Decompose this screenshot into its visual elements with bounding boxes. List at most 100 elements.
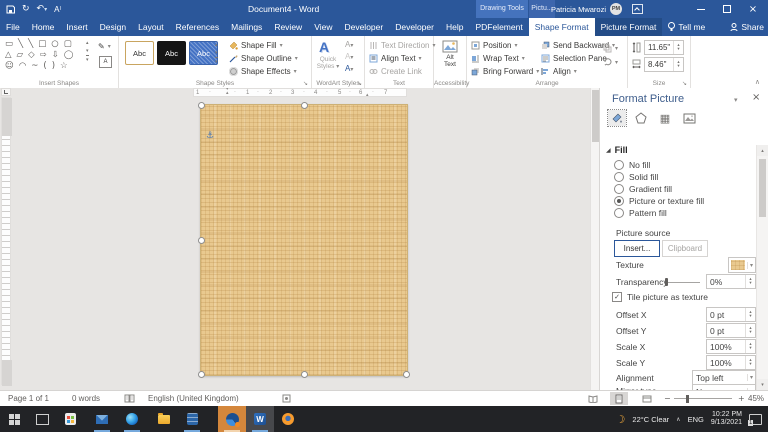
pane-scroll-down-icon[interactable]: ▾ (757, 379, 768, 390)
right-indent-marker[interactable]: ▴ (366, 92, 369, 98)
transparency-spinner[interactable]: ▴▾ (745, 275, 755, 288)
resize-handle-top-center[interactable] (301, 102, 308, 109)
close-button[interactable]: × (742, 0, 764, 18)
tab-file[interactable]: File (0, 18, 26, 36)
pane-tab-layout-properties[interactable]: ▦ (656, 110, 674, 126)
shape-styles-scroll[interactable]: ▴ ▾ ▾ (215, 41, 218, 66)
pane-close-icon[interactable]: × (752, 92, 760, 103)
wordart-dialog-launcher[interactable]: ↘ (357, 80, 362, 87)
undo-icon[interactable]: ↶▾ (37, 4, 48, 14)
pane-tab-fill-line[interactable] (608, 110, 626, 126)
tab-developer-2[interactable]: Developer (389, 18, 440, 36)
zoom-slider[interactable] (674, 391, 732, 406)
shape-height-input[interactable]: 11.65" ▴▾ (644, 40, 684, 55)
offset-y-input[interactable]: 0 pt ▴▾ (706, 323, 756, 338)
zoom-out-button[interactable]: − (664, 391, 671, 406)
taskbar-item-store[interactable] (56, 406, 84, 432)
shape-style-thumb-3[interactable]: Abc (189, 41, 218, 65)
taskbar-item-edge[interactable] (118, 406, 146, 432)
view-print-layout-button[interactable] (610, 391, 628, 406)
fill-section-header[interactable]: ◢ Fill (606, 145, 628, 155)
shape-gallery-scroll[interactable]: ▴ ▾ ▾ (86, 39, 89, 64)
tab-view[interactable]: View (308, 18, 338, 36)
shape-height-spinner[interactable]: ▴▾ (673, 41, 683, 54)
tab-mailings[interactable]: Mailings (225, 18, 268, 36)
texture-picker[interactable]: ▾ (728, 257, 756, 273)
scale-x-input[interactable]: 100% ▴▾ (706, 339, 756, 354)
share-button[interactable]: Share (730, 18, 764, 36)
resize-handle-bottom-right[interactable] (403, 371, 410, 378)
shape-gallery-row-1[interactable]: ▭╲╲□○▢ (5, 39, 77, 50)
radio-pattern-fill[interactable]: Pattern fill (614, 208, 667, 218)
text-box-button[interactable]: A (99, 56, 112, 68)
shape-style-thumb-2[interactable]: Abc (157, 41, 186, 65)
weather-text[interactable]: 22°C Clear (632, 415, 669, 424)
shape-width-spinner[interactable]: ▴▾ (673, 58, 683, 71)
edit-shape-button[interactable]: ✎▾ (98, 40, 111, 53)
tile-picture-checkbox[interactable]: ✓ Tile picture as texture (612, 292, 708, 302)
tab-picture-format[interactable]: Picture Format (595, 18, 663, 36)
document-page[interactable]: ⚓ (200, 104, 408, 376)
scale-y-spinner[interactable]: ▴▾ (745, 356, 755, 369)
bring-forward-button[interactable]: Bring Forward▾ (471, 65, 539, 78)
resize-handle-bottom-center[interactable] (301, 371, 308, 378)
shape-gallery-row-2[interactable]: △▱◇⇨⇩◯ (5, 50, 78, 61)
clock[interactable]: 10:22 PM9/13/2021 (711, 411, 742, 427)
macro-recorder[interactable] (282, 391, 291, 406)
rotate-objects-button[interactable]: ▾ (603, 56, 618, 69)
radio-picture-or-texture-fill[interactable]: Picture or texture fill (614, 196, 704, 206)
task-view-button[interactable] (28, 406, 56, 432)
weather-moon-icon[interactable]: ☽ (616, 413, 626, 426)
quick-styles-button[interactable]: A (319, 39, 329, 55)
transparency-input[interactable]: 0% ▴▾ (706, 274, 756, 289)
language-switcher[interactable]: ENG (688, 415, 704, 424)
offset-x-input[interactable]: 0 pt ▴▾ (706, 307, 756, 322)
shape-effects-button[interactable]: Shape Effects▾ (229, 65, 297, 78)
align-button[interactable]: Align▾ (541, 65, 577, 78)
shape-fill-button[interactable]: Shape Fill▾ (229, 39, 283, 52)
tray-expand-icon[interactable]: ∧ (676, 416, 680, 423)
selection-pane-button[interactable]: Selection Pane (541, 52, 607, 65)
view-web-layout-button[interactable] (638, 391, 656, 406)
resize-handle-top-left[interactable] (198, 102, 205, 109)
gallery-up-icon[interactable]: ▴ (86, 39, 89, 47)
word-count[interactable]: 0 words (72, 391, 100, 406)
radio-solid-fill[interactable]: Solid fill (614, 172, 658, 182)
offset-y-spinner[interactable]: ▴▾ (745, 324, 755, 337)
transparency-slider-track[interactable] (666, 282, 700, 283)
zoom-in-button[interactable]: + (738, 391, 745, 406)
tab-home[interactable]: Home (26, 18, 61, 36)
alt-text-button[interactable] (442, 40, 458, 55)
tab-layout[interactable]: Layout (132, 18, 170, 36)
minimize-button[interactable] (690, 0, 712, 18)
shape-gallery-row-3[interactable]: ☺◠~()☆ (5, 61, 73, 72)
align-text-button[interactable]: Align Text▾ (369, 52, 422, 65)
radio-no-fill[interactable]: No fill (614, 160, 650, 170)
tab-developer-1[interactable]: Developer (338, 18, 389, 36)
pane-scrollbar[interactable]: ▴ ▾ (756, 145, 768, 390)
shape-outline-button[interactable]: Shape Outline▾ (229, 52, 298, 65)
tab-design[interactable]: Design (94, 18, 132, 36)
taskbar-item-blue-app[interactable] (178, 406, 206, 432)
alignment-dropdown[interactable]: Top left ▾ (692, 370, 756, 385)
zoom-level[interactable]: 45% (748, 391, 764, 406)
pane-scrollbar-thumb[interactable] (759, 159, 766, 217)
gallery-more-icon[interactable]: ▾ (86, 55, 89, 64)
tab-insert[interactable]: Insert (60, 18, 93, 36)
tab-selector[interactable] (1, 88, 11, 96)
position-button[interactable]: Position▾ (471, 39, 517, 52)
collapse-ribbon-button[interactable]: ∧ (755, 78, 760, 86)
proofing-status[interactable] (124, 391, 135, 406)
view-read-mode-button[interactable] (584, 391, 602, 406)
size-dialog-launcher[interactable]: ↘ (682, 80, 687, 87)
pane-options-dropdown-icon[interactable]: ▾ (734, 96, 738, 104)
taskbar-item-firefox[interactable] (274, 406, 302, 432)
resize-handle-bottom-left[interactable] (198, 371, 205, 378)
tab-help[interactable]: Help (440, 18, 469, 36)
tab-review[interactable]: Review (268, 18, 308, 36)
radio-gradient-fill[interactable]: Gradient fill (614, 184, 672, 194)
scale-x-spinner[interactable]: ▴▾ (745, 340, 755, 353)
text-effects-button[interactable]: A▾ (345, 63, 353, 75)
restore-button[interactable] (716, 0, 738, 18)
shape-style-thumb-1[interactable]: Abc (125, 41, 154, 65)
